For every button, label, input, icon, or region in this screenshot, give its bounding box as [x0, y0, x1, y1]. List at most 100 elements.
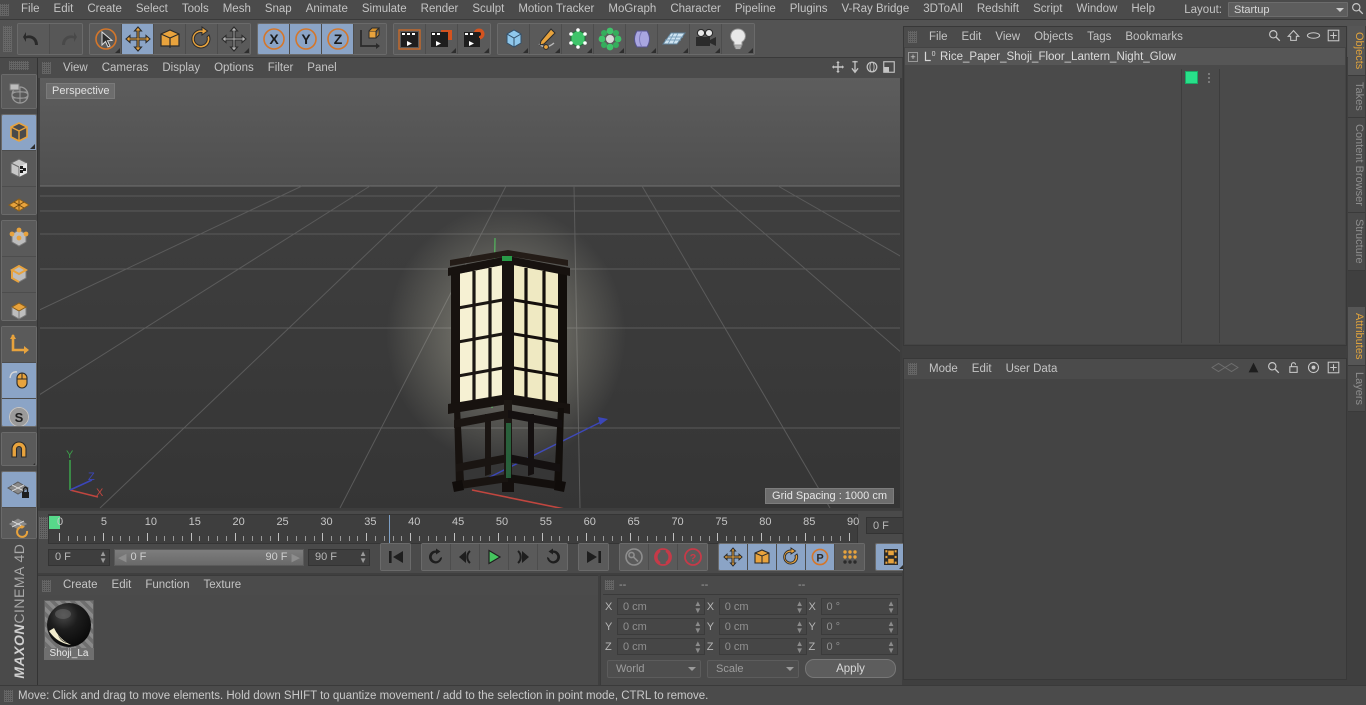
menu-snap[interactable]: Snap	[258, 0, 299, 19]
render-settings-button[interactable]	[458, 23, 490, 54]
viewport-menu-panel[interactable]: Panel	[300, 59, 343, 78]
menu-sculpt[interactable]: Sculpt	[465, 0, 511, 19]
menu-create[interactable]: Create	[80, 0, 129, 19]
material-menu-texture[interactable]: Texture	[196, 576, 248, 595]
toolbar-grip[interactable]	[3, 25, 12, 52]
redo-button[interactable]	[50, 23, 82, 54]
position-x-field[interactable]: 0 cm ▲ ▼	[617, 598, 705, 615]
autokeying-button[interactable]	[620, 544, 649, 570]
object-menu-edit[interactable]: Edit	[955, 28, 989, 47]
coordinates-grip[interactable]	[605, 580, 614, 590]
spinner-icon[interactable]: ▲▼	[887, 619, 895, 634]
arrow-up-icon[interactable]	[1247, 361, 1260, 377]
live-selection-tool[interactable]	[90, 23, 122, 54]
make-editable-button[interactable]	[1, 75, 36, 108]
spinner-icon[interactable]: ▲▼	[887, 599, 895, 614]
menu-mesh[interactable]: Mesh	[216, 0, 258, 19]
z-axis-lock[interactable]: Z	[322, 23, 354, 54]
rotation-key-toggle[interactable]	[777, 544, 806, 570]
tab-layers[interactable]: Layers	[1348, 366, 1365, 413]
spinner-icon[interactable]: ▲▼	[796, 619, 804, 634]
spinner-icon[interactable]: ▲▼	[887, 639, 895, 654]
menu-select[interactable]: Select	[129, 0, 175, 19]
x-axis-lock[interactable]: X	[258, 23, 290, 54]
add-mograph[interactable]	[594, 23, 626, 54]
layout-dropdown[interactable]: Startup	[1228, 2, 1348, 17]
enable-axis-button[interactable]	[1, 326, 36, 363]
go-to-end-button[interactable]	[579, 544, 608, 570]
eye-icon[interactable]	[1306, 29, 1321, 45]
polygon-mode-button[interactable]	[1, 292, 36, 320]
rotate-tool[interactable]	[186, 23, 218, 54]
object-row-lantern[interactable]: + 0 Rice_Paper_Shoji_Floor_Lantern_Night…	[905, 48, 1345, 65]
size-y-field[interactable]: 0 cm ▲ ▼	[718, 618, 807, 635]
viewport-menu-filter[interactable]: Filter	[261, 59, 301, 78]
range-left-arrow-icon[interactable]: ◀	[118, 551, 126, 564]
object-tag-swatch[interactable]	[1185, 71, 1198, 84]
model-mode-button[interactable]	[1, 114, 36, 151]
viewport-menu-grip[interactable]	[42, 62, 51, 74]
menu-vray-bridge[interactable]: V-Ray Bridge	[834, 0, 916, 19]
menu-pipeline[interactable]: Pipeline	[728, 0, 783, 19]
home-icon[interactable]	[1287, 29, 1300, 45]
spinner-icon[interactable]: ▲▼	[694, 599, 702, 614]
rotation-p-field[interactable]: 0 ° ▲ ▼	[820, 618, 898, 635]
attribute-menu-mode[interactable]: Mode	[922, 360, 965, 379]
status-grip[interactable]	[4, 689, 13, 702]
menu-animate[interactable]: Animate	[299, 0, 355, 19]
render-view-button[interactable]	[394, 23, 426, 54]
menu-motion-tracker[interactable]: Motion Tracker	[511, 0, 601, 19]
menu-character[interactable]: Character	[663, 0, 728, 19]
timeline-grip[interactable]	[39, 517, 48, 539]
play-forwards-loop-button[interactable]	[538, 544, 567, 570]
menu-3dtoall[interactable]: 3DToAll	[916, 0, 970, 19]
object-menu-file[interactable]: File	[922, 28, 955, 47]
end-frame-field[interactable]: 90 F ▲ ▼	[308, 548, 370, 566]
size-z-field[interactable]: 0 cm ▲ ▼	[718, 638, 807, 655]
viewport-menu-options[interactable]: Options	[207, 59, 261, 78]
position-y-field[interactable]: 0 cm ▲ ▼	[617, 618, 705, 635]
viewport-menu-view[interactable]: View	[56, 59, 95, 78]
viewport-menu-display[interactable]: Display	[155, 59, 207, 78]
spinner-icon[interactable]: ▲▼	[99, 550, 107, 565]
rotation-b-field[interactable]: 0 ° ▲ ▼	[820, 638, 898, 655]
soft-selection-button[interactable]: S	[1, 398, 36, 426]
tab-objects[interactable]: Objects	[1348, 26, 1365, 77]
viewport-menu-cameras[interactable]: Cameras	[95, 59, 156, 78]
lock-icon[interactable]	[1287, 361, 1300, 377]
add-light[interactable]	[722, 23, 754, 54]
menu-simulate[interactable]: Simulate	[355, 0, 414, 19]
play-backwards-loop-button[interactable]	[422, 544, 451, 570]
scale-key-toggle[interactable]	[748, 544, 777, 570]
object-menu-tags[interactable]: Tags	[1080, 28, 1118, 47]
parameter-key-toggle[interactable]: P	[806, 544, 835, 570]
expand-toggle-icon[interactable]: +	[908, 51, 918, 62]
modeling-axis-tool[interactable]	[218, 23, 250, 54]
material-menu-create[interactable]: Create	[56, 576, 105, 595]
world-object-coordinates[interactable]	[354, 23, 386, 54]
point-mode-button[interactable]	[1, 220, 36, 257]
menu-file[interactable]: File	[14, 0, 47, 19]
position-z-field[interactable]: 0 cm ▲ ▼	[617, 638, 705, 655]
planar-workplane-button[interactable]	[1, 508, 36, 539]
attribute-menu-edit[interactable]: Edit	[965, 360, 999, 379]
enable-snapping-button[interactable]	[1, 432, 36, 466]
rotation-h-field[interactable]: 0 ° ▲ ▼	[820, 598, 898, 615]
menu-plugins[interactable]: Plugins	[783, 0, 835, 19]
spinner-icon[interactable]: ▲▼	[796, 599, 804, 614]
attribute-menu-grip[interactable]	[908, 363, 917, 375]
menu-tools[interactable]: Tools	[175, 0, 216, 19]
attribute-menu-user-data[interactable]: User Data	[999, 360, 1065, 379]
maximize-icon[interactable]	[882, 60, 896, 77]
add-cube-object[interactable]	[498, 23, 530, 54]
tab-structure[interactable]: Structure	[1348, 212, 1365, 271]
material-menu-edit[interactable]: Edit	[105, 576, 139, 595]
object-menu-objects[interactable]: Objects	[1027, 28, 1080, 47]
scale-tool[interactable]	[154, 23, 186, 54]
keyframe-selection-button[interactable]: ?	[678, 544, 707, 570]
edge-mode-button[interactable]	[1, 256, 36, 293]
search-icon[interactable]	[1268, 29, 1281, 45]
menu-edit[interactable]: Edit	[47, 0, 81, 19]
spinner-icon[interactable]: ▲▼	[694, 639, 702, 654]
material-menu-function[interactable]: Function	[138, 576, 196, 595]
